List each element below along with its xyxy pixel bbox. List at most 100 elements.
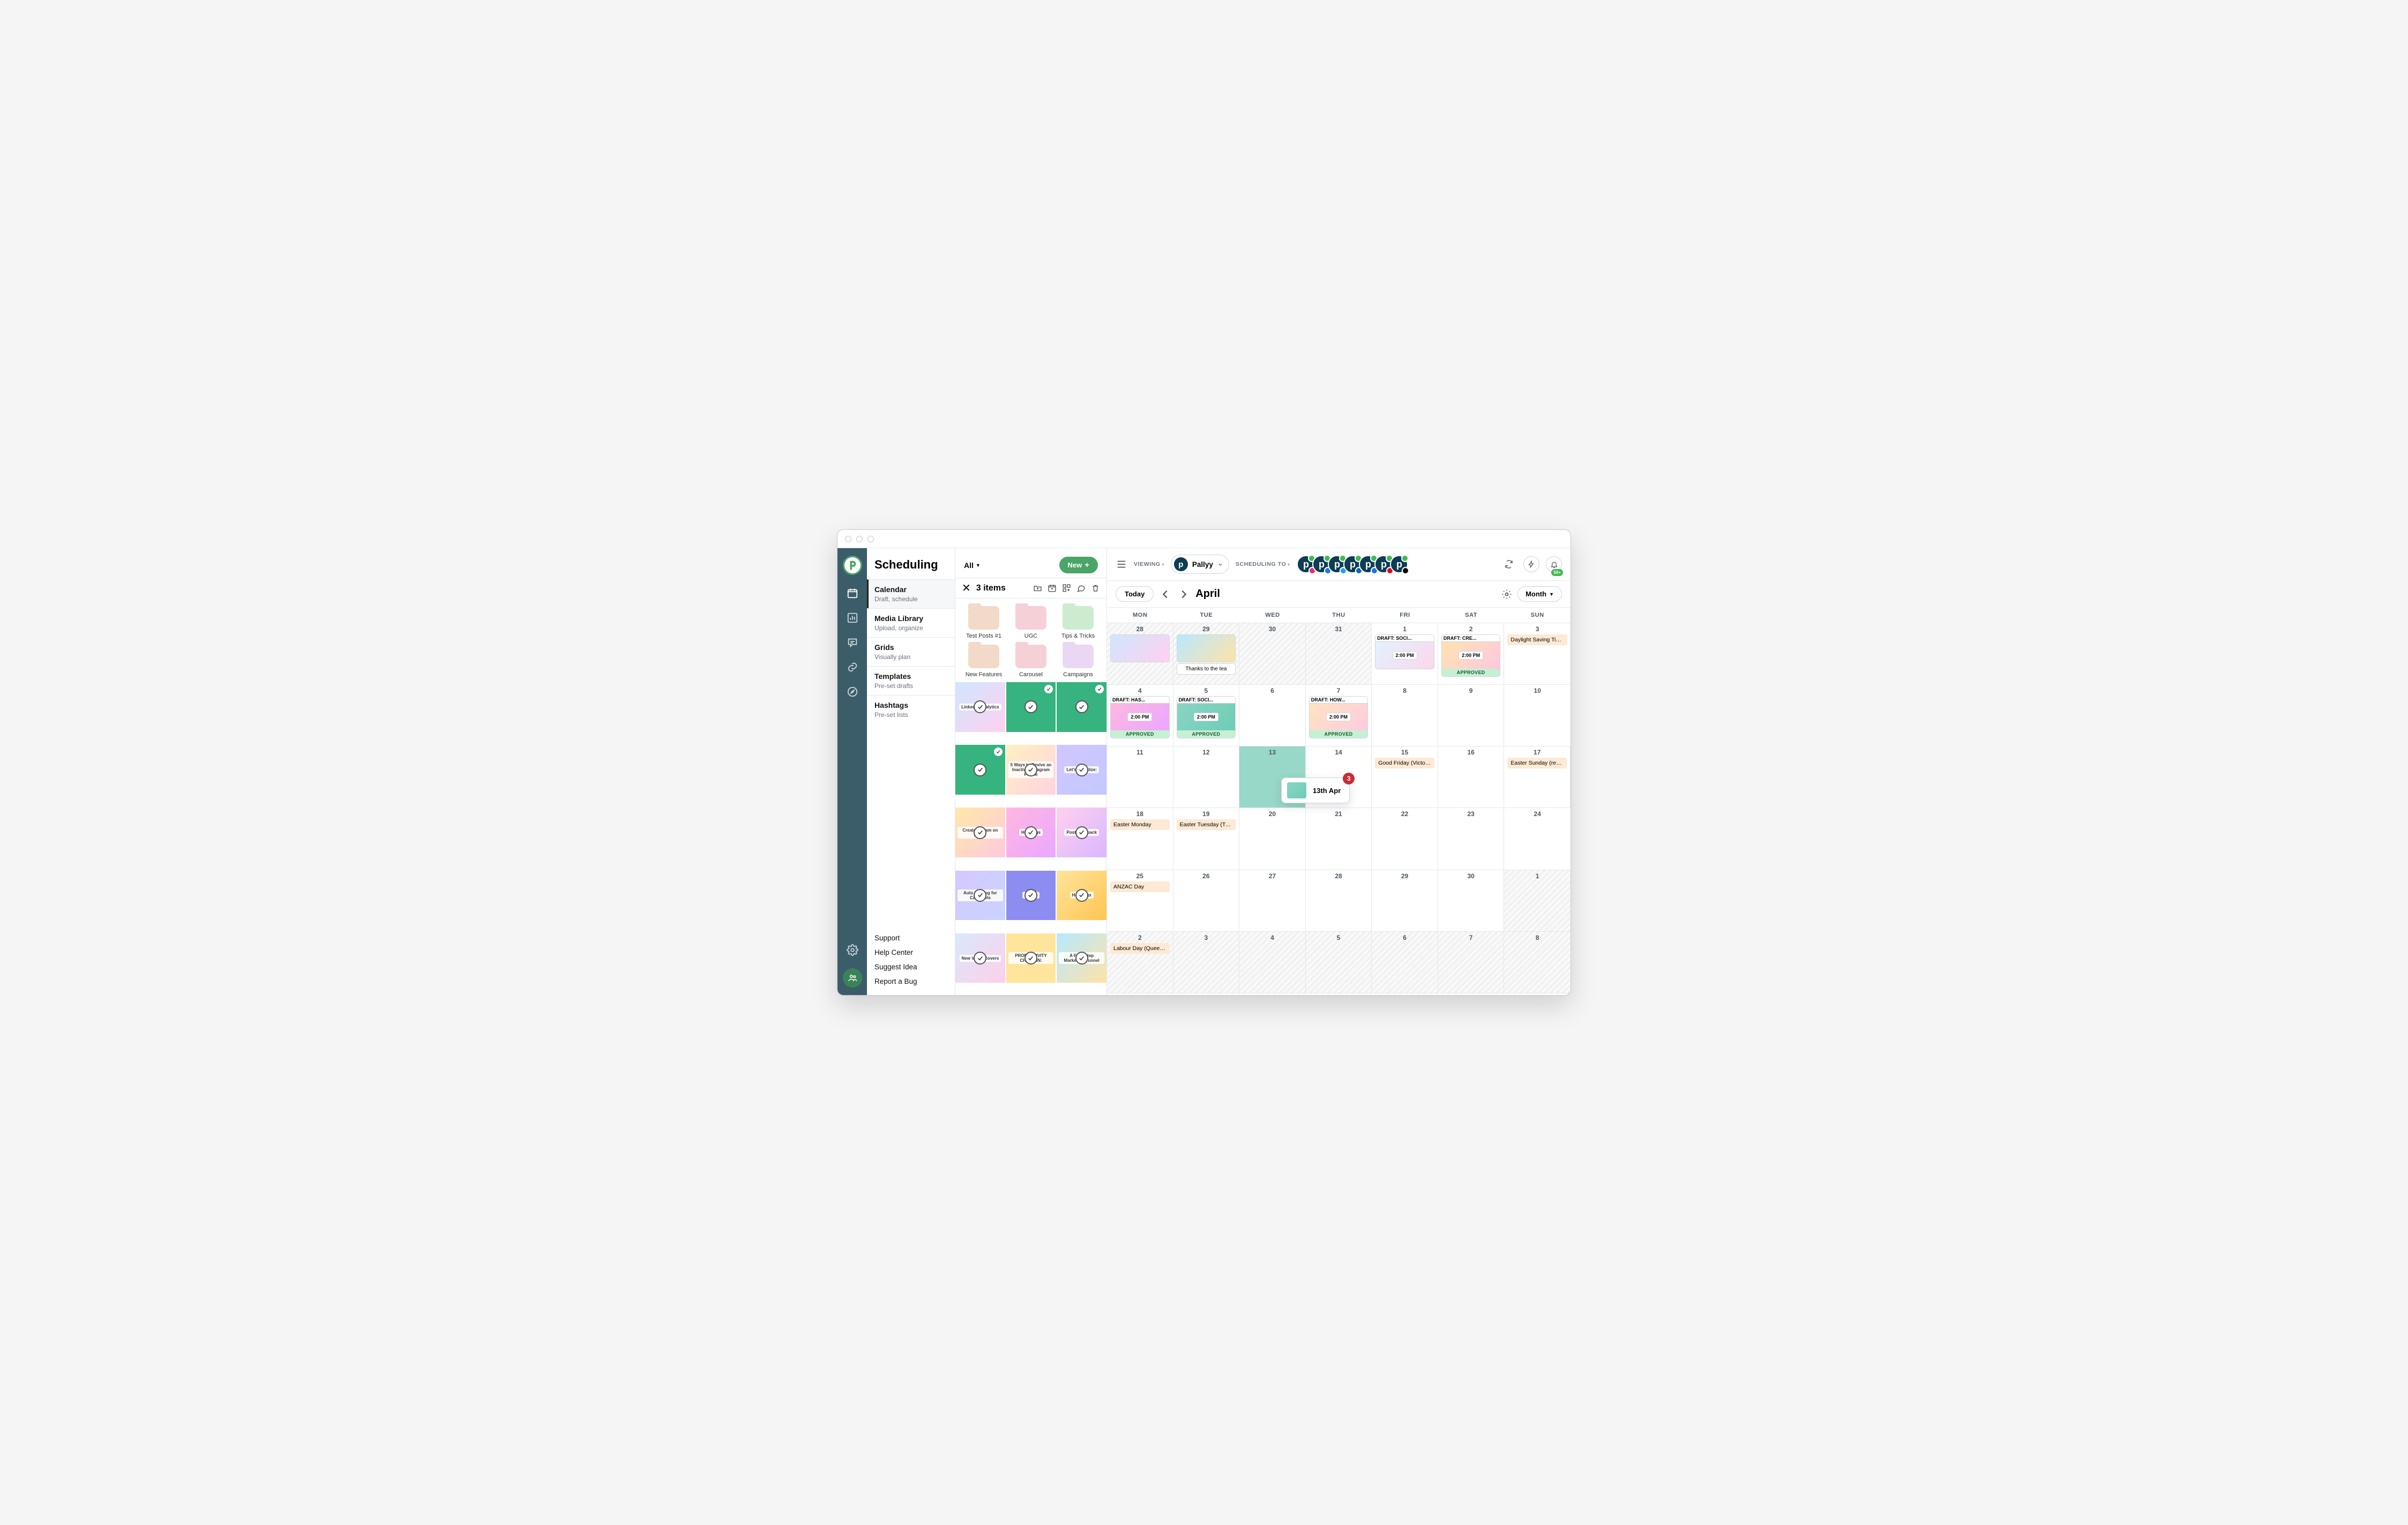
calendar-day[interactable]: 7 [1438, 932, 1505, 993]
view-selector[interactable]: Month▼ [1517, 586, 1562, 602]
media-thumb[interactable]: PRODUCTIVITY CHECK IN: [1006, 933, 1056, 983]
calendar-day[interactable]: 17Easter Sunday (regi... [1504, 746, 1571, 808]
scheduled-post[interactable]: DRAFT: SOCI...2:00 PMAPPROVED [1177, 696, 1236, 738]
calendar-day[interactable]: 12 [1173, 746, 1240, 808]
refresh-icon[interactable] [1501, 556, 1517, 572]
calendar-day[interactable]: 7DRAFT: HOW...2:00 PMAPPROVED [1306, 685, 1372, 746]
media-filter-dropdown[interactable]: All▼ [964, 561, 981, 570]
calendar-day[interactable]: 1 [1504, 870, 1571, 931]
nav-templates[interactable]: TemplatesPre-set drafts [867, 666, 955, 695]
calendar-day[interactable]: 28 [1107, 623, 1173, 684]
analytics-nav-icon[interactable] [846, 611, 859, 624]
calendar-settings-icon[interactable] [1501, 589, 1512, 600]
media-thumb[interactable]: New Video Covers [955, 933, 1005, 983]
calendar-day[interactable]: 16 [1438, 746, 1505, 808]
today-button[interactable]: Today [1116, 586, 1154, 602]
brand-selector[interactable]: pPallyy [1171, 555, 1229, 574]
scheduled-post[interactable]: DRAFT: HOW...2:00 PMAPPROVED [1309, 696, 1368, 738]
calendar-day[interactable]: 4DRAFT: HAS...2:00 PMAPPROVED [1107, 685, 1173, 746]
media-thumb[interactable] [1057, 682, 1106, 732]
calendar-day[interactable]: 31 [1306, 623, 1372, 684]
media-thumb[interactable]: 5 Ways to Revive an Inactive Instagram P… [1006, 745, 1056, 795]
bio-link-nav-icon[interactable] [846, 661, 859, 674]
media-thumb[interactable] [955, 745, 1005, 795]
menu-icon[interactable] [1116, 558, 1127, 570]
nav-calendar[interactable]: CalendarDraft, schedule [867, 579, 955, 608]
media-thumb[interactable]: Post Feedback [1057, 808, 1106, 857]
calendar-day[interactable]: 29 [1372, 870, 1438, 931]
calendar-day[interactable]: 6 [1372, 932, 1438, 993]
scheduled-post[interactable] [1177, 634, 1236, 662]
calendar-day[interactable]: 8 [1372, 685, 1438, 746]
minimize-window-icon[interactable] [856, 536, 863, 542]
calendar-day[interactable]: 9 [1438, 685, 1505, 746]
footer-help-center[interactable]: Help Center [867, 945, 955, 960]
calendar-day[interactable]: 2DRAFT: CRE...2:00 PMAPPROVED [1438, 623, 1505, 684]
more-posts-button[interactable]: Thanks to the tea [1177, 663, 1236, 675]
new-post-button[interactable]: New+ [1059, 557, 1098, 573]
calendar-day[interactable]: 24 [1504, 808, 1571, 869]
scheduled-post[interactable]: DRAFT: HAS...2:00 PMAPPROVED [1110, 696, 1170, 738]
media-thumb[interactable]: Let's socialize: [1057, 745, 1106, 795]
schedule-icon[interactable] [1048, 584, 1057, 593]
calendar-day[interactable]: 22 [1372, 808, 1438, 869]
calendar-day[interactable]: 29Thanks to the tea [1173, 623, 1240, 684]
calendar-day[interactable]: 30 [1239, 623, 1306, 684]
calendar-day[interactable]: 28 [1306, 870, 1372, 931]
channel-tiktok[interactable]: p [1390, 555, 1408, 573]
app-logo-icon[interactable] [843, 556, 862, 575]
calendar-day[interactable]: 30 [1438, 870, 1505, 931]
footer-support[interactable]: Support [867, 931, 955, 945]
calendar-day[interactable]: 25ANZAC Day [1107, 870, 1173, 931]
comment-icon[interactable] [1076, 584, 1086, 593]
footer-suggest-idea[interactable]: Suggest Idea [867, 960, 955, 974]
calendar-day[interactable]: 11 [1107, 746, 1173, 808]
close-window-icon[interactable] [845, 536, 851, 542]
settings-nav-icon[interactable] [846, 944, 859, 956]
calendar-day[interactable]: 23 [1438, 808, 1505, 869]
media-thumb[interactable]: Hashtags [1057, 871, 1106, 921]
calendar-day[interactable]: 6 [1239, 685, 1306, 746]
calendar-day[interactable]: 21 [1306, 808, 1372, 869]
scheduled-post[interactable] [1110, 634, 1170, 662]
calendar-day[interactable]: 2Labour Day (Queen... [1107, 932, 1173, 993]
nav-hashtags[interactable]: HashtagsPre-set lists [867, 695, 955, 724]
media-thumb[interactable]: LinkedIn Analytics [955, 682, 1005, 732]
team-switcher-icon[interactable] [843, 968, 862, 988]
calendar-day[interactable]: 8 [1504, 932, 1571, 993]
prev-month-icon[interactable] [1159, 588, 1172, 600]
calendar-day[interactable]: 19Easter Tuesday (Ta... [1173, 808, 1240, 869]
media-thumb[interactable]: Create a Team on Pallyy [955, 808, 1005, 857]
nav-media-library[interactable]: Media LibraryUpload, organize [867, 608, 955, 637]
folder-ugc[interactable]: UGC [1010, 606, 1052, 639]
calendar-day[interactable]: 27 [1239, 870, 1306, 931]
add-to-grid-icon[interactable] [1062, 584, 1071, 593]
folder-test-posts-1[interactable]: Test Posts #1 [963, 606, 1005, 639]
calendar-day[interactable]: 5 [1306, 932, 1372, 993]
folder-tips-tricks[interactable]: Tips & Tricks [1057, 606, 1099, 639]
explore-nav-icon[interactable] [846, 685, 859, 698]
media-thumb[interactable]: Pallyy [1006, 871, 1056, 921]
activity-icon[interactable] [1523, 556, 1539, 572]
footer-report-a-bug[interactable]: Report a Bug [867, 974, 955, 989]
notifications-icon[interactable]: 50+ [1546, 556, 1562, 572]
calendar-day[interactable]: 15Good Friday (Victor... [1372, 746, 1438, 808]
media-thumb[interactable]: Auto Posting for Carousels [955, 871, 1005, 921]
move-to-folder-icon[interactable] [1033, 584, 1042, 593]
nav-grids[interactable]: GridsVisually plan [867, 637, 955, 666]
delete-icon[interactable] [1091, 584, 1100, 593]
calendar-day[interactable]: 3Daylight Saving Tim... [1504, 623, 1571, 684]
media-thumb[interactable] [1006, 682, 1056, 732]
calendar-day[interactable]: 1DRAFT: SOCI...2:00 PM [1372, 623, 1438, 684]
next-month-icon[interactable] [1177, 588, 1190, 600]
scheduled-post[interactable]: DRAFT: CRE...2:00 PMAPPROVED [1441, 634, 1501, 677]
calendar-day[interactable]: 4 [1239, 932, 1306, 993]
calendar-nav-icon[interactable] [846, 587, 859, 600]
calendar-day[interactable]: 5DRAFT: SOCI...2:00 PMAPPROVED [1173, 685, 1240, 746]
media-thumb[interactable]: A Four Step Marketing Funnel [1057, 933, 1106, 983]
media-thumb[interactable]: Hashtags [1006, 808, 1056, 857]
calendar-day[interactable]: 20 [1239, 808, 1306, 869]
calendar-day[interactable]: 18Easter Monday [1107, 808, 1173, 869]
folder-carousel[interactable]: Carousel [1010, 645, 1052, 678]
calendar-day[interactable]: 10 [1504, 685, 1571, 746]
